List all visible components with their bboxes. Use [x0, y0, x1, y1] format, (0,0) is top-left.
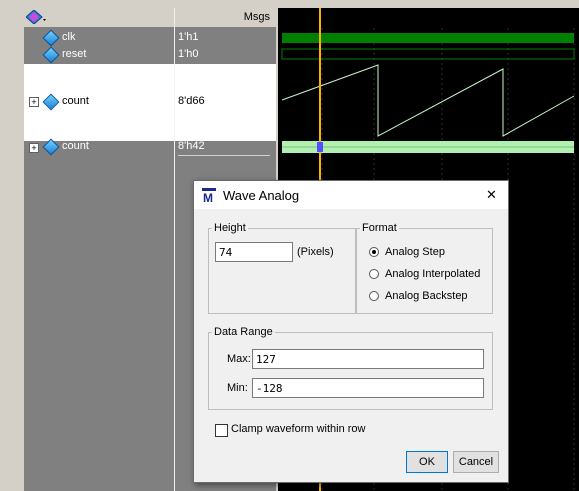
signal-name-clk[interactable]: clk [62, 31, 75, 43]
dialog-title: Wave Analog [223, 188, 300, 203]
names-header [24, 8, 174, 28]
option-analog-interpolated[interactable]: Analog Interpolated [385, 268, 480, 280]
signal-name-count[interactable]: count [62, 95, 89, 107]
modelsim-logo-icon: M [202, 188, 216, 205]
svg-text:M: M [203, 191, 213, 202]
value-underline [178, 155, 270, 156]
pane-divider[interactable] [174, 8, 175, 491]
option-analog-backstep[interactable]: Analog Backstep [385, 290, 468, 302]
radio-analog-backstep[interactable] [369, 291, 379, 301]
max-label: Max: [227, 353, 251, 365]
value-reset: 1'h0 [178, 48, 199, 60]
reset-wave [281, 48, 575, 60]
cancel-button[interactable]: Cancel [453, 451, 499, 473]
height-group [208, 228, 356, 314]
signal-name-reset[interactable]: reset [62, 48, 86, 60]
expand-icon[interactable]: + [29, 97, 39, 107]
data-range-label: Data Range [212, 326, 275, 338]
radio-analog-step[interactable] [369, 247, 379, 257]
height-unit-label: (Pixels) [297, 246, 334, 258]
names-gutter [0, 8, 25, 491]
min-input[interactable] [252, 378, 484, 398]
radio-analog-interpolated[interactable] [369, 269, 379, 279]
signal-name-count-hex[interactable]: count [62, 140, 89, 152]
clk-wave [282, 33, 574, 43]
value-clk: 1'h1 [178, 31, 199, 43]
values-header: Msgs [175, 8, 276, 28]
close-icon[interactable]: ✕ [486, 187, 497, 203]
ok-button[interactable]: OK [406, 451, 448, 473]
max-input[interactable] [252, 349, 484, 369]
dialog-titlebar[interactable]: M Wave Analog ✕ [194, 181, 508, 209]
clamp-checkbox[interactable] [215, 424, 228, 437]
height-group-label: Height [212, 222, 248, 234]
option-analog-step[interactable]: Analog Step [385, 246, 445, 258]
count-analog-wave [281, 64, 575, 137]
value-count-hex: 8'h42 [178, 140, 205, 152]
msgs-header: Msgs [243, 11, 270, 23]
value-count: 8'd66 [178, 95, 205, 107]
expand-icon[interactable]: + [29, 143, 39, 153]
data-range-group [208, 332, 493, 410]
min-label: Min: [227, 382, 248, 394]
clamp-label[interactable]: Clamp waveform within row [231, 423, 365, 435]
format-group-label: Format [360, 222, 399, 234]
height-input[interactable] [215, 242, 293, 262]
wave-toolbar-icon[interactable] [25, 9, 46, 25]
wave-analog-dialog: M Wave Analog ✕ Height (Pixels) Format A… [193, 180, 509, 483]
